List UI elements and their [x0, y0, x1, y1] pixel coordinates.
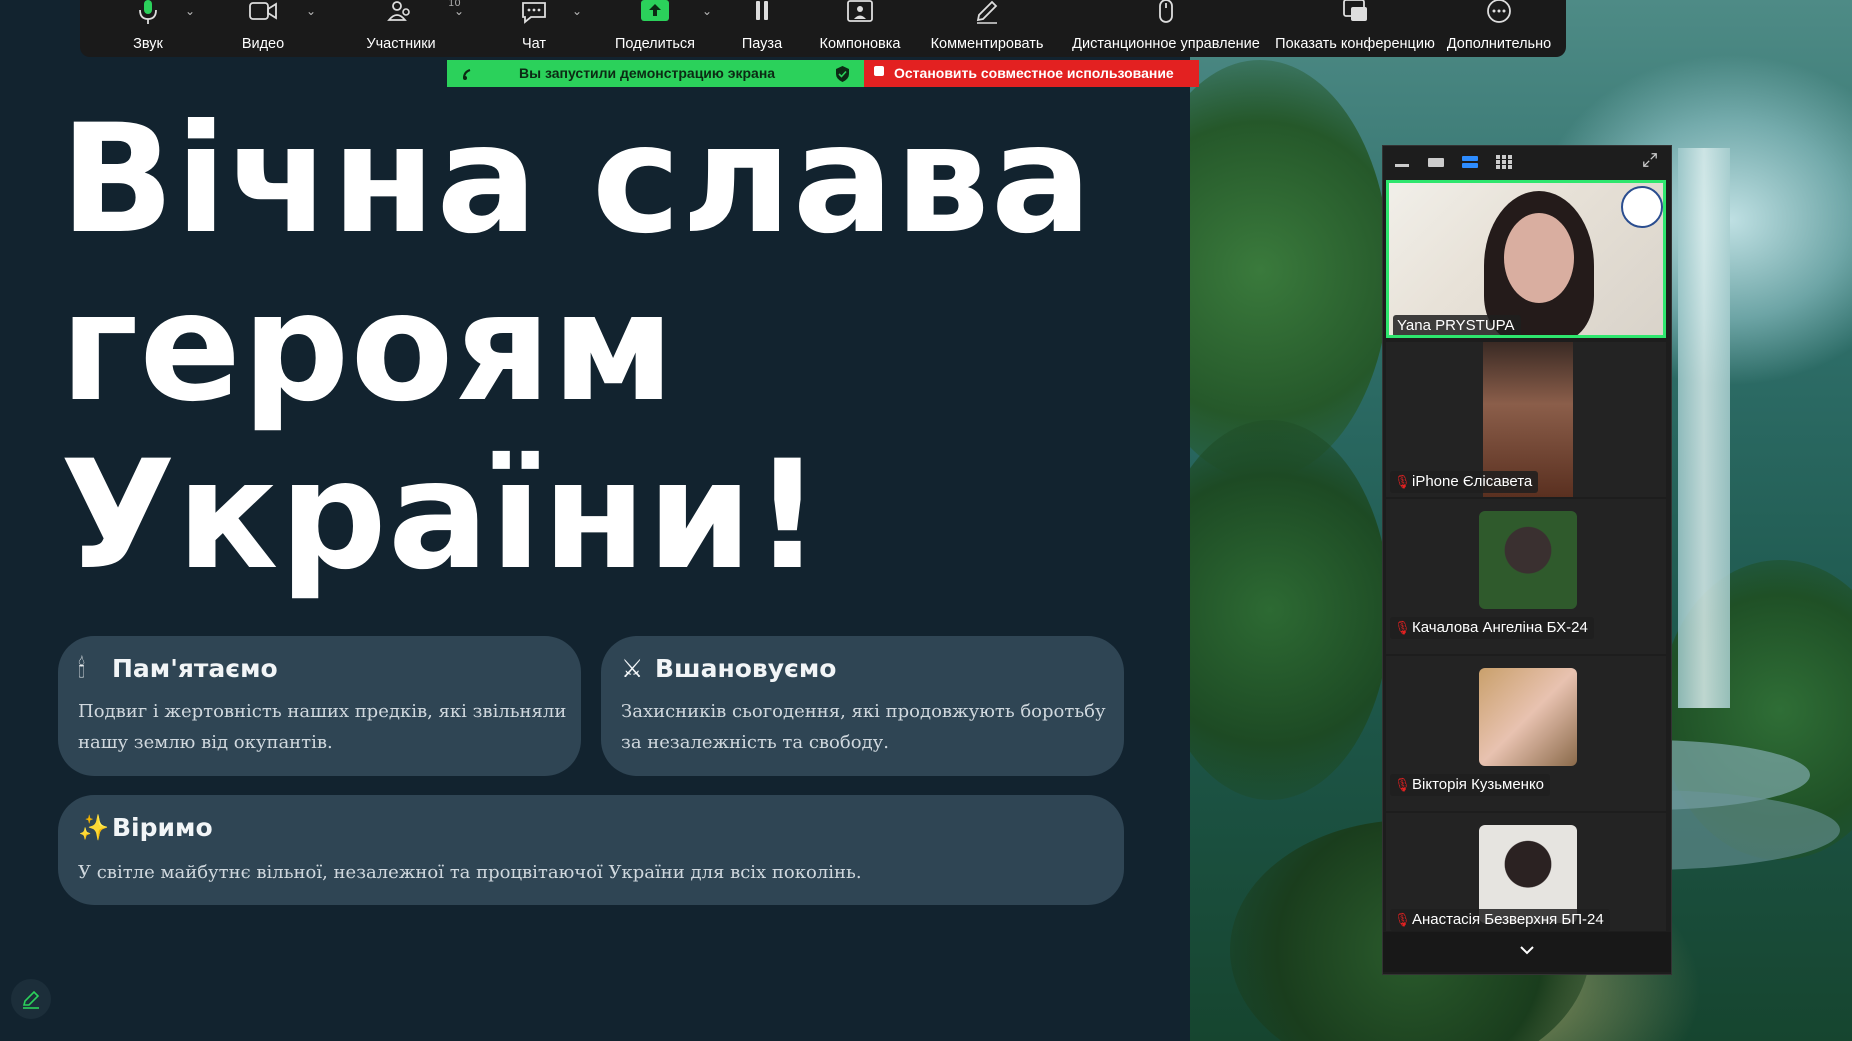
annotate-pen-icon [976, 0, 998, 24]
mouse-icon [1159, 0, 1173, 23]
participant-avatar [1479, 668, 1577, 766]
layout-icon [847, 0, 873, 22]
panel-footer [1383, 932, 1671, 972]
more-icon [1487, 0, 1511, 23]
chevron-down-icon[interactable]: ⌄ [185, 4, 195, 18]
participant-tile[interactable]: 🎙Вікторія Кузьменко [1386, 656, 1666, 811]
participant-tile[interactable]: 🎙iPhone Єлісавета [1386, 342, 1666, 497]
muted-mic-icon: 🎙 [1394, 474, 1411, 490]
chevron-down-icon[interactable]: ⌄ [572, 4, 582, 18]
title-line-1: Вічна слава [60, 93, 1093, 267]
participant-face [1504, 213, 1574, 303]
chat-icon [522, 2, 546, 24]
shield-check-icon [836, 66, 849, 82]
card-title: Пам'ятаємо [112, 654, 278, 683]
share-screen-icon [641, 0, 669, 21]
toolbar-label: Комментировать [930, 36, 1044, 52]
card-believe: ✨ Віримо У світле майбутнє вільної, незал… [58, 795, 1124, 905]
strip-view-icon[interactable] [1461, 155, 1479, 169]
sparkles-icon: ✨ [78, 813, 110, 842]
pause-icon [756, 1, 768, 20]
participant-name-tag: Yana PRYSTUPA [1393, 315, 1521, 335]
card-remember: 🕯 Пам'ятаємо Подвиг і жертовність наших п… [58, 636, 581, 776]
toolbar-show-meeting-button[interactable]: Показать конференцию [1248, 0, 1462, 57]
toolbar-more-button[interactable]: Дополнительно [1436, 0, 1562, 57]
toolbar-participants-button[interactable]: 10 ⌄ Участники [330, 0, 472, 57]
toolbar-label: Участники [366, 36, 436, 52]
toolbar-chat-button[interactable]: ⌄ Чат [478, 0, 590, 57]
title-line-2: героям [60, 261, 676, 435]
card-body: Захисників сьогодення, які продовжують б… [621, 701, 1106, 753]
video-camera-icon [249, 2, 277, 20]
toolbar-label: Звук [133, 36, 163, 52]
participant-name-tag: 🎙Анастасія Безверхня БП-24 [1390, 909, 1610, 931]
participant-name-tag: 🎙Вікторія Кузьменко [1390, 774, 1551, 796]
toolbar-remote-control-button[interactable]: Дистанционное управление [1064, 0, 1268, 57]
chevron-down-icon[interactable]: ⌄ [306, 4, 316, 18]
muted-mic-icon: 🎙 [1394, 912, 1411, 928]
title-line-3: України! [60, 429, 823, 603]
toolbar-label: Дополнительно [1446, 36, 1552, 52]
card-title: Вшановуємо [655, 654, 837, 683]
participant-tile-active[interactable]: Yana PRYSTUPA [1386, 180, 1666, 338]
share-signal-icon [463, 69, 471, 80]
card-body: Подвиг і жертовність наших предків, які … [78, 701, 567, 753]
toolbar-label: Компоновка [819, 36, 901, 52]
muted-mic-icon: 🎙 [1394, 620, 1411, 636]
toolbar-label: Видео [241, 36, 285, 52]
tree-left [1190, 60, 1390, 480]
chevron-down-icon[interactable] [1519, 944, 1535, 956]
screen-share-banner[interactable]: Вы запустили демонстрацию экрана [447, 60, 864, 87]
gallery-view-icon[interactable] [1495, 155, 1513, 169]
participant-name-tag: 🎙iPhone Єлісавета [1390, 471, 1539, 493]
presentation-slide: Вічна слава героям України! 🕯 Пам'ятаємо … [0, 0, 1190, 1041]
stop-share-button[interactable]: Остановить совместное использование [864, 60, 1199, 87]
expand-icon[interactable] [1641, 153, 1659, 167]
meeting-toolbar: ⌄ Звук ⌄ Видео 10 ⌄ Участники ⌄ Чат ⌄ По… [80, 0, 1566, 57]
participants-video-panel: Yana PRYSTUPA 🎙iPhone Єлісавета 🎙Качалов… [1382, 145, 1672, 975]
participants-icon [387, 1, 410, 21]
toolbar-label: Показать конференцию [1275, 36, 1435, 52]
toolbar-layout-button[interactable]: Компоновка [808, 0, 912, 57]
card-title: Віримо [112, 813, 213, 842]
microphone-icon [139, 0, 157, 24]
toolbar-audio-button[interactable]: ⌄ Звук [100, 0, 196, 57]
toolbar-video-button[interactable]: ⌄ Видео [202, 0, 324, 57]
muted-mic-icon: 🎙 [1394, 777, 1411, 793]
slide-title: Вічна слава героям України! [60, 96, 1160, 600]
card-honor: ⚔ Вшановуємо Захисників сьогодення, які п… [601, 636, 1124, 776]
edit-pen-button[interactable] [11, 979, 51, 1019]
toolbar-annotate-button[interactable]: Комментировать [914, 0, 1060, 57]
minimize-icon[interactable] [1393, 155, 1411, 169]
participant-avatar [1479, 511, 1577, 609]
crossed-swords-icon: ⚔ [621, 654, 644, 683]
toolbar-label: Чат [521, 36, 547, 52]
speaker-view-icon[interactable] [1427, 155, 1445, 169]
tree-left-lower [1190, 420, 1390, 800]
share-status-text: Вы запустили демонстрацию экрана [519, 65, 776, 81]
stop-square-icon [874, 66, 884, 76]
card-body: У світле майбутнє вільної, незалежної та… [78, 862, 862, 883]
university-logo [1621, 186, 1663, 228]
toolbar-share-button[interactable]: ⌄ Поделиться [594, 0, 716, 57]
toolbar-label: Поделиться [614, 36, 696, 52]
monument-pillar [1678, 148, 1730, 708]
show-meeting-icon [1343, 0, 1367, 21]
pen-icon [22, 990, 40, 1009]
toolbar-label: Пауза [741, 36, 783, 52]
toolbar-pause-button[interactable]: Пауза [720, 0, 804, 57]
participant-name-tag: 🎙Качалова Ангеліна БХ-24 [1390, 617, 1594, 639]
toolbar-label: Дистанционное управление [1072, 36, 1260, 52]
participant-tile[interactable]: 🎙Анастасія Безверхня БП-24 [1386, 813, 1666, 931]
chevron-down-icon[interactable]: ⌄ [702, 4, 712, 18]
stop-share-label: Остановить совместное использование [894, 65, 1174, 81]
panel-header [1383, 146, 1671, 178]
candle-icon: 🕯 [78, 654, 86, 683]
chevron-down-icon[interactable]: ⌄ [454, 4, 464, 18]
participant-tile[interactable]: 🎙Качалова Ангеліна БХ-24 [1386, 499, 1666, 654]
